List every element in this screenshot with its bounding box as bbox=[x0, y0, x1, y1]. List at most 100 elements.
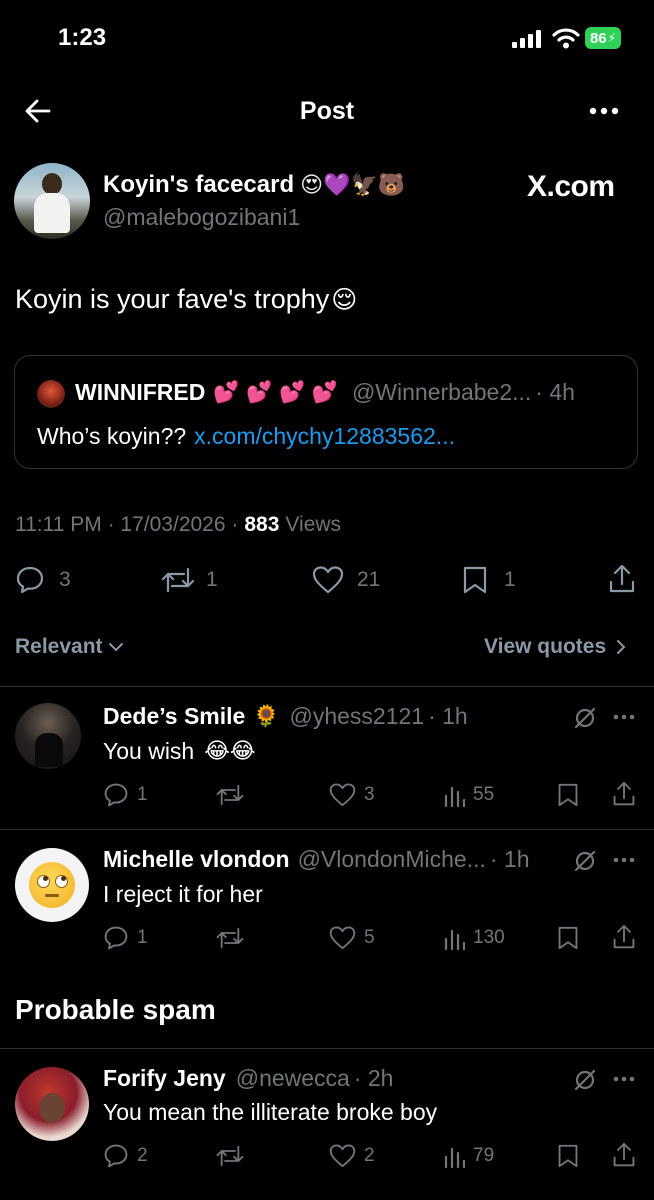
views-label: Views bbox=[285, 513, 342, 536]
views-count: 883 bbox=[244, 513, 280, 536]
bookmark-button[interactable] bbox=[557, 782, 579, 808]
reply-button[interactable]: 1 bbox=[103, 782, 148, 808]
quoted-post-time: · 4h bbox=[535, 379, 575, 405]
like-count: 5 bbox=[364, 927, 375, 948]
reply-author-emoji: 🌻 bbox=[253, 704, 280, 728]
quoted-post-link[interactable]: x.com/chychy12883562... bbox=[194, 423, 455, 450]
reply-text: I reject it for her bbox=[103, 881, 263, 907]
reply-icon bbox=[104, 926, 128, 950]
share-button[interactable] bbox=[608, 563, 636, 595]
bookmark-icon bbox=[463, 566, 487, 594]
repost-button[interactable] bbox=[215, 925, 253, 951]
divider bbox=[0, 1048, 654, 1049]
bookmark-icon bbox=[558, 783, 578, 807]
reply-more-icon[interactable] bbox=[612, 1075, 636, 1083]
bookmark-button[interactable]: 1 bbox=[462, 565, 516, 595]
views-icon bbox=[444, 929, 465, 951]
views-icon bbox=[444, 1147, 465, 1169]
reply-author-name: Forify Jeny bbox=[103, 1065, 226, 1091]
reply-time: · 1h bbox=[489, 846, 530, 872]
reply-avatar[interactable] bbox=[15, 703, 81, 769]
share-button[interactable] bbox=[612, 1141, 636, 1169]
quoted-author-name: WINNIFRED bbox=[75, 379, 206, 405]
reply-button[interactable]: 3 bbox=[15, 565, 71, 595]
like-count: 21 bbox=[357, 568, 381, 591]
author-avatar[interactable] bbox=[14, 163, 90, 239]
reply-author-handle: @newecca bbox=[235, 1065, 350, 1091]
share-icon bbox=[613, 781, 635, 806]
grok-icon[interactable] bbox=[573, 849, 597, 873]
more-options-icon[interactable] bbox=[588, 106, 620, 116]
sort-label: Relevant bbox=[15, 635, 103, 658]
chevron-right-icon bbox=[617, 640, 626, 654]
reply-icon bbox=[104, 1144, 128, 1168]
reply-more-icon[interactable] bbox=[612, 713, 636, 721]
reply-time: · 2h bbox=[353, 1065, 394, 1091]
status-time: 1:23 bbox=[58, 24, 107, 51]
share-button[interactable] bbox=[612, 923, 636, 951]
xcom-watermark: X.com bbox=[527, 170, 615, 203]
author-name-row[interactable]: Koyin's facecard 😍💜🦅🐻 bbox=[103, 171, 405, 199]
quoted-author-avatar bbox=[37, 380, 65, 408]
bookmark-icon bbox=[558, 1144, 578, 1168]
view-quotes-link[interactable]: View quotes bbox=[484, 635, 627, 659]
author-name: Koyin's facecard bbox=[103, 171, 295, 198]
repost-icon bbox=[216, 1145, 244, 1167]
post-meta: 11:11 PM · 17/03/2026 · 883 Views bbox=[15, 513, 341, 537]
post-timestamp: 11:11 PM · 17/03/2026 · bbox=[15, 513, 239, 536]
bookmark-button[interactable] bbox=[557, 1143, 579, 1169]
share-button[interactable] bbox=[612, 780, 636, 808]
like-button[interactable]: 5 bbox=[329, 925, 375, 951]
heart-icon bbox=[312, 566, 344, 594]
views-button[interactable]: 79 bbox=[443, 1143, 494, 1169]
reply-icon bbox=[104, 783, 128, 807]
reply-avatar[interactable] bbox=[15, 1067, 89, 1141]
section-title-probable-spam: Probable spam bbox=[15, 994, 216, 1025]
views-count: 79 bbox=[473, 1145, 495, 1166]
view-quotes-label: View quotes bbox=[484, 635, 607, 658]
author-name-emojis: 😍💜🦅🐻 bbox=[300, 172, 406, 198]
bookmark-count: 1 bbox=[504, 568, 516, 591]
heart-icon bbox=[329, 1144, 356, 1168]
reply-count: 3 bbox=[59, 568, 71, 591]
grok-icon[interactable] bbox=[573, 706, 597, 730]
share-icon bbox=[613, 924, 635, 949]
reply-author-name: Dede’s Smile bbox=[103, 703, 246, 729]
like-button[interactable]: 21 bbox=[312, 565, 380, 595]
views-button[interactable]: 55 bbox=[443, 782, 494, 808]
reply-button[interactable]: 1 bbox=[103, 925, 148, 951]
quoted-post-text: Who’s koyin?? bbox=[37, 423, 187, 449]
reply-count: 1 bbox=[137, 927, 148, 948]
reply-button[interactable]: 2 bbox=[103, 1143, 148, 1169]
repost-icon bbox=[216, 784, 244, 806]
like-button[interactable]: 3 bbox=[329, 782, 375, 808]
heart-icon bbox=[329, 926, 356, 950]
battery-level: 86 bbox=[589, 29, 607, 47]
reply-count: 2 bbox=[137, 1145, 148, 1166]
quoted-author-handle: @Winnerbabe2... bbox=[351, 379, 532, 405]
reply-more-icon[interactable] bbox=[612, 856, 636, 864]
views-icon bbox=[444, 786, 465, 808]
page-title: Post bbox=[299, 97, 355, 125]
reply-author-name: Michelle vlondon bbox=[103, 846, 290, 872]
author-handle[interactable]: @malebogozibani1 bbox=[103, 204, 300, 231]
repost-button[interactable] bbox=[215, 782, 253, 808]
share-icon bbox=[609, 564, 635, 593]
repost-button[interactable] bbox=[215, 1143, 253, 1169]
reply-time: · 1h bbox=[428, 703, 468, 729]
bookmark-icon bbox=[558, 926, 578, 950]
quoted-author-emojis: 💕 💕 💕 💕 bbox=[213, 380, 338, 404]
bookmark-button[interactable] bbox=[557, 925, 579, 951]
repost-button[interactable]: 1 bbox=[160, 565, 218, 595]
views-count: 55 bbox=[473, 784, 495, 805]
like-button[interactable]: 2 bbox=[329, 1143, 375, 1169]
repost-icon bbox=[161, 567, 195, 593]
grok-icon[interactable] bbox=[573, 1068, 597, 1092]
views-count: 130 bbox=[473, 927, 505, 948]
reply-avatar[interactable] bbox=[15, 848, 89, 922]
sort-dropdown[interactable]: Relevant bbox=[15, 635, 124, 659]
repost-icon bbox=[216, 927, 244, 949]
reply-text-emoji: 😂😂 bbox=[204, 739, 256, 764]
views-button[interactable]: 130 bbox=[443, 925, 505, 951]
quoted-post-card[interactable]: WINNIFRED 💕 💕 💕 💕 @Winnerbabe2... · 4h W… bbox=[14, 355, 638, 469]
